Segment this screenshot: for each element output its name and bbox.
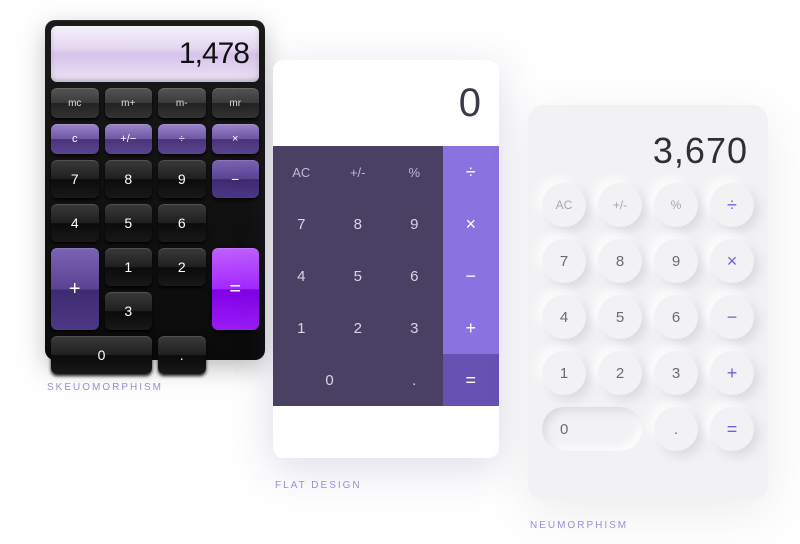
equals-button[interactable]: = <box>710 407 754 451</box>
memory-sub-button[interactable]: m- <box>158 88 206 118</box>
digit-0-button[interactable]: 0 <box>51 336 152 374</box>
clear-button[interactable]: AC <box>542 183 586 227</box>
clear-button[interactable]: AC <box>273 146 330 198</box>
memory-recall-button[interactable]: mr <box>212 88 260 118</box>
display: 0 <box>273 60 499 146</box>
decimal-button[interactable]: . <box>158 336 206 374</box>
calculator-flat: 0 AC +/- % ÷ 7 8 9 × 4 5 6 − 1 2 3 + 0 .… <box>273 60 499 458</box>
calculator-neumorphism: 3,670 AC +/- % ÷ 7 8 9 × 4 5 6 − 1 2 3 +… <box>528 105 768 500</box>
digit-7-button[interactable]: 7 <box>542 239 586 283</box>
decimal-button[interactable]: . <box>654 407 698 451</box>
digit-2-button[interactable]: 2 <box>158 248 206 286</box>
plusminus-button[interactable]: +/- <box>330 146 387 198</box>
digit-5-button[interactable]: 5 <box>598 295 642 339</box>
digit-8-button[interactable]: 8 <box>330 198 387 250</box>
plus-button[interactable]: + <box>710 351 754 395</box>
digit-3-button[interactable]: 3 <box>105 292 153 330</box>
multiply-button[interactable]: × <box>212 124 260 154</box>
digit-4-button[interactable]: 4 <box>51 204 99 242</box>
digit-9-button[interactable]: 9 <box>386 198 443 250</box>
display: 1,478 <box>51 26 259 82</box>
calculator-skeuomorphism: 1,478 mc m+ m- mr c +/− ÷ × 7 8 9 − 4 5 … <box>45 20 265 360</box>
digit-5-button[interactable]: 5 <box>105 204 153 242</box>
digit-0-button[interactable]: 0 <box>273 354 386 406</box>
digit-9-button[interactable]: 9 <box>158 160 206 198</box>
divide-button[interactable]: ÷ <box>158 124 206 154</box>
digit-0-button[interactable]: 0 <box>542 407 642 451</box>
digit-4-button[interactable]: 4 <box>542 295 586 339</box>
memory-add-button[interactable]: m+ <box>105 88 153 118</box>
digit-6-button[interactable]: 6 <box>386 250 443 302</box>
digit-2-button[interactable]: 2 <box>598 351 642 395</box>
plus-button[interactable]: + <box>51 248 99 330</box>
digit-4-button[interactable]: 4 <box>273 250 330 302</box>
digit-3-button[interactable]: 3 <box>386 302 443 354</box>
digit-9-button[interactable]: 9 <box>654 239 698 283</box>
digit-5-button[interactable]: 5 <box>330 250 387 302</box>
label-flat: FLAT DESIGN <box>275 480 362 491</box>
clear-button[interactable]: c <box>51 124 99 154</box>
minus-button[interactable]: − <box>443 250 500 302</box>
multiply-button[interactable]: × <box>710 239 754 283</box>
digit-2-button[interactable]: 2 <box>330 302 387 354</box>
minus-button[interactable]: − <box>710 295 754 339</box>
percent-button[interactable]: % <box>654 183 698 227</box>
digit-8-button[interactable]: 8 <box>105 160 153 198</box>
plus-button[interactable]: + <box>443 302 500 354</box>
label-neumorphism: NEUMORPHISM <box>530 520 628 531</box>
digit-3-button[interactable]: 3 <box>654 351 698 395</box>
digit-6-button[interactable]: 6 <box>654 295 698 339</box>
digit-1-button[interactable]: 1 <box>542 351 586 395</box>
plusminus-button[interactable]: +/- <box>598 183 642 227</box>
equals-button[interactable]: = <box>212 248 260 330</box>
multiply-button[interactable]: × <box>443 198 500 250</box>
memory-clear-button[interactable]: mc <box>51 88 99 118</box>
equals-button[interactable]: = <box>443 354 500 406</box>
digit-8-button[interactable]: 8 <box>598 239 642 283</box>
percent-button[interactable]: % <box>386 146 443 198</box>
digit-6-button[interactable]: 6 <box>158 204 206 242</box>
label-skeuomorphism: SKEUOMORPHISM <box>47 382 163 393</box>
digit-7-button[interactable]: 7 <box>51 160 99 198</box>
decimal-button[interactable]: . <box>386 354 443 406</box>
minus-button[interactable]: − <box>212 160 260 198</box>
divide-button[interactable]: ÷ <box>443 146 500 198</box>
digit-1-button[interactable]: 1 <box>105 248 153 286</box>
digit-7-button[interactable]: 7 <box>273 198 330 250</box>
divide-button[interactable]: ÷ <box>710 183 754 227</box>
digit-1-button[interactable]: 1 <box>273 302 330 354</box>
plusminus-button[interactable]: +/− <box>105 124 153 154</box>
display: 3,670 <box>542 119 754 183</box>
comparison-stage: 1,478 mc m+ m- mr c +/− ÷ × 7 8 9 − 4 5 … <box>0 0 800 544</box>
